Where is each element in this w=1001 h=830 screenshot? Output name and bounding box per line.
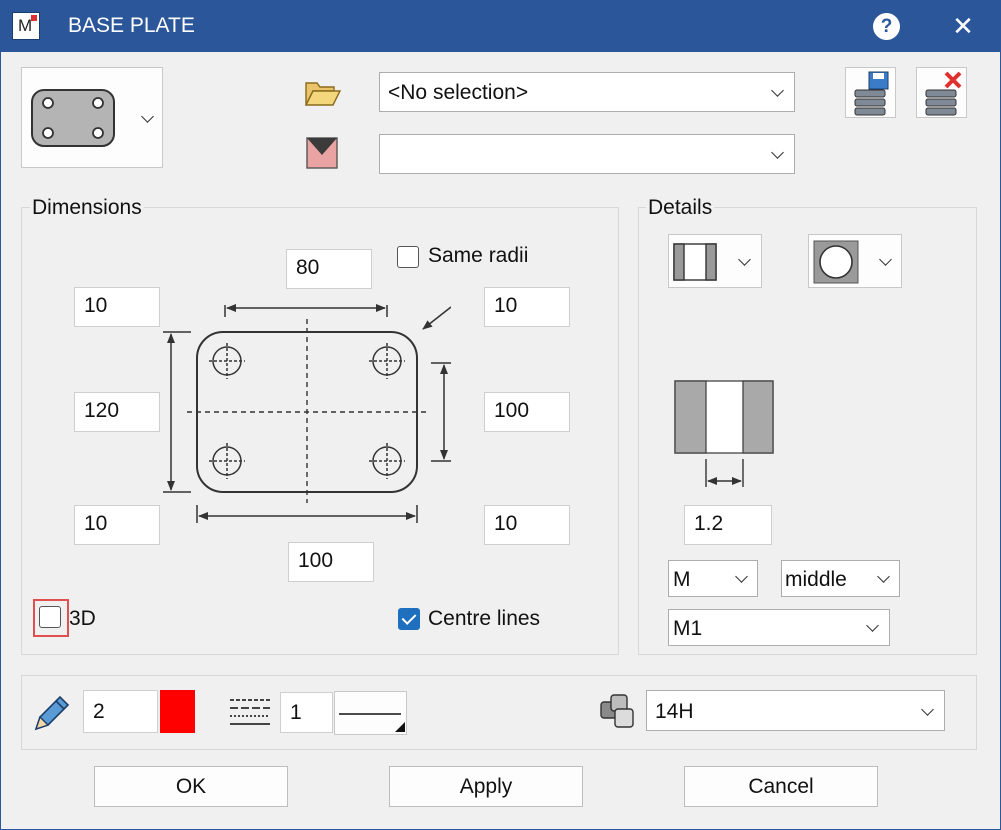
top-width-field[interactable]: 80 <box>286 249 372 289</box>
pen-number-field[interactable]: 2 <box>83 690 158 733</box>
three-d-checkbox[interactable] <box>39 606 61 628</box>
plate-type-dropdown[interactable] <box>21 67 163 168</box>
style-value: 14H <box>655 700 694 723</box>
apply-button[interactable]: Apply <box>389 766 583 807</box>
line-type-icon <box>230 699 270 725</box>
layer-value: M1 <box>673 617 703 640</box>
delete-from-database-button[interactable] <box>916 67 967 118</box>
material-combo[interactable]: M <box>668 560 758 597</box>
line-style-picker[interactable] <box>334 691 407 735</box>
save-to-database-button[interactable] <box>845 67 896 118</box>
dimensions-label: Dimensions <box>30 196 144 220</box>
same-radii-checkbox[interactable] <box>397 246 419 268</box>
bottom-width-field[interactable]: 100 <box>288 542 374 582</box>
chevron-down-icon <box>735 570 748 583</box>
position-value: middle <box>785 568 847 591</box>
chevron-down-icon <box>921 703 934 716</box>
right-height-field[interactable]: 100 <box>484 392 570 432</box>
base-plate-diagram <box>163 304 451 523</box>
details-label: Details <box>646 196 715 220</box>
close-button[interactable]: ✕ <box>945 9 981 43</box>
app-icon: M <box>12 12 40 40</box>
column-section-icon <box>673 243 717 281</box>
database-save-icon <box>854 71 889 116</box>
folder-open-icon[interactable] <box>304 79 342 107</box>
right-bottom-field[interactable]: 10 <box>484 505 570 545</box>
chevron-down-icon <box>866 619 879 632</box>
chevron-down-icon <box>771 146 784 159</box>
line-number-field[interactable]: 1 <box>280 692 333 733</box>
same-radii-label: Same radii <box>428 244 529 267</box>
chevron-down-icon <box>738 253 751 266</box>
database-delete-icon <box>925 71 962 116</box>
circle-hole-icon <box>813 240 859 284</box>
ok-button[interactable]: OK <box>94 766 288 807</box>
centre-lines-checkbox[interactable] <box>398 608 420 630</box>
chevron-down-icon <box>877 570 890 583</box>
centre-lines-label: Centre lines <box>428 607 541 630</box>
chevron-down-icon <box>879 253 892 266</box>
left-height-field[interactable]: 120 <box>74 392 160 432</box>
section-type-dropdown[interactable] <box>668 234 762 288</box>
material-value: M <box>673 568 691 591</box>
right-top-field[interactable]: 10 <box>484 287 570 327</box>
selection-combo[interactable]: <No selection> <box>379 72 795 112</box>
selection-value: <No selection> <box>388 81 529 104</box>
pen-icon[interactable] <box>30 691 74 735</box>
envelope-icon[interactable] <box>306 137 338 169</box>
chevron-down-icon <box>771 84 784 97</box>
left-bottom-field[interactable]: 10 <box>74 505 160 545</box>
window-title: BASE PLATE <box>68 14 195 37</box>
layers-icon <box>600 694 634 728</box>
help-icon[interactable]: ? <box>873 13 900 40</box>
left-top-field[interactable]: 10 <box>74 287 160 327</box>
thickness-diagram <box>674 380 774 487</box>
cancel-button[interactable]: Cancel <box>684 766 878 807</box>
line-style-preview-icon <box>339 713 405 732</box>
three-d-label: 3D <box>69 607 96 630</box>
hole-type-dropdown[interactable] <box>808 234 902 288</box>
thickness-field[interactable]: 1.2 <box>684 505 772 545</box>
second-combo[interactable] <box>379 134 795 174</box>
layer-combo[interactable]: M1 <box>668 609 890 646</box>
base-plate-dialog: M BASE PLATE ? ✕ <No selection> Dimensio… <box>0 0 1001 830</box>
title-bar: M BASE PLATE ? ✕ <box>1 1 1000 52</box>
pen-color-swatch[interactable] <box>160 690 195 733</box>
style-combo[interactable]: 14H <box>646 690 945 731</box>
position-combo[interactable]: middle <box>781 560 900 597</box>
